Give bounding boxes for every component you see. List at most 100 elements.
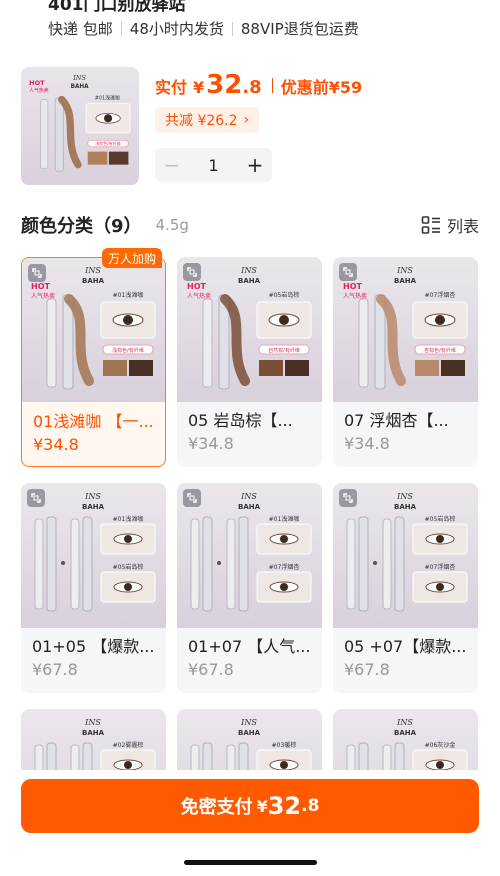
product-thumbnail[interactable]: HOT 人气热卖 INS BAHA #01浅滩咖 浅棕色/有纤维 bbox=[21, 67, 139, 185]
pay-price-decimal: .8 bbox=[301, 796, 320, 816]
svg-text:#01浅滩咖: #01浅滩咖 bbox=[95, 95, 120, 102]
service-tag-dispatch: 48小时内发货 bbox=[129, 20, 224, 38]
service-tag-shipping: 快递 包邮 bbox=[48, 20, 113, 38]
actual-price-integer: 32 bbox=[206, 70, 243, 100]
option-price: ¥34.8 bbox=[344, 434, 390, 453]
svg-text:INS: INS bbox=[396, 492, 413, 501]
expand-icon[interactable] bbox=[183, 263, 201, 281]
svg-text:#07浮烟杏: #07浮烟杏 bbox=[425, 291, 456, 299]
expand-icon[interactable] bbox=[27, 489, 45, 507]
pay-button[interactable]: 免密支付 ¥ 32 .8 bbox=[21, 779, 479, 833]
svg-text:INS: INS bbox=[396, 718, 413, 727]
svg-text:INS: INS bbox=[72, 74, 86, 82]
svg-text:#07浮烟杏: #07浮烟杏 bbox=[425, 563, 456, 571]
list-view-label: 列表 bbox=[446, 217, 479, 236]
svg-text:BAHA: BAHA bbox=[238, 503, 261, 511]
quantity-stepper: − 1 + bbox=[155, 148, 272, 182]
svg-text:#05岩岛棕: #05岩岛棕 bbox=[113, 563, 144, 571]
svg-text:HOT: HOT bbox=[343, 282, 362, 291]
color-option-card[interactable]: INS BAHA #01浅滩咖 #07浮烟杏 01+07 【人气... ¥67.8 bbox=[177, 483, 322, 693]
svg-text:#05岩岛棕: #05岩岛棕 bbox=[269, 291, 300, 299]
svg-text:HOT: HOT bbox=[29, 79, 45, 87]
original-price: ¥59 bbox=[328, 78, 363, 97]
divider bbox=[120, 21, 122, 36]
chevron-right-icon: › bbox=[243, 112, 250, 128]
home-indicator bbox=[184, 860, 317, 865]
svg-text:HOT: HOT bbox=[187, 282, 206, 291]
svg-text:浅棕色/有纤维: 浅棕色/有纤维 bbox=[112, 347, 144, 354]
svg-text:#03暖棕: #03暖棕 bbox=[272, 741, 297, 749]
expand-icon[interactable] bbox=[339, 489, 357, 507]
product-weight: 4.5g bbox=[155, 216, 189, 234]
divider bbox=[271, 77, 273, 93]
option-name: 01+07 【人气... bbox=[188, 637, 311, 656]
svg-text:INS: INS bbox=[396, 266, 413, 275]
divider bbox=[231, 21, 233, 36]
option-name: 01+05 【爆款... bbox=[32, 637, 155, 656]
svg-text:INS: INS bbox=[240, 266, 257, 275]
svg-text:#02雾霾棕: #02雾霾棕 bbox=[113, 741, 144, 749]
discount-chip[interactable]: 共减 ¥26.2 › bbox=[155, 107, 260, 133]
color-option-card[interactable]: INS BAHA HOT 人气热卖 #01浅滩咖 浅棕色/有纤维 01浅滩咖 【一... ¥3… bbox=[21, 257, 166, 467]
svg-text:BAHA: BAHA bbox=[394, 729, 417, 737]
order-sheet: 401门口别放驿站 快递 包邮 48小时内发货 88VIP退货包运费 HOT 人… bbox=[0, 0, 500, 876]
color-option-card[interactable]: INS BAHA #01浅滩咖 #05岩岛棕 01+05 【爆款... ¥67.8 bbox=[21, 483, 166, 693]
price-summary: 实付 ¥ 32 .8 优惠前 ¥59 bbox=[155, 70, 362, 100]
service-tags: 快递 包邮 48小时内发货 88VIP退货包运费 bbox=[48, 18, 359, 39]
svg-text:#01浅滩咖: #01浅滩咖 bbox=[112, 291, 143, 299]
pay-currency: ¥ bbox=[256, 796, 268, 816]
svg-text:INS: INS bbox=[84, 492, 101, 501]
expand-icon[interactable] bbox=[28, 264, 46, 282]
color-option-card[interactable]: INS BAHA #05岩岛棕 #07浮烟杏 05 +07【爆款... ¥67.8 bbox=[333, 483, 478, 693]
svg-text:INS: INS bbox=[84, 266, 101, 275]
svg-text:HOT: HOT bbox=[31, 282, 50, 291]
increase-button[interactable]: + bbox=[238, 148, 272, 182]
option-name: 01浅滩咖 【一... bbox=[33, 412, 154, 431]
svg-text:人气热卖: 人气热卖 bbox=[29, 87, 49, 94]
svg-text:BAHA: BAHA bbox=[394, 277, 417, 285]
list-view-icon bbox=[421, 216, 440, 234]
quantity-value[interactable]: 1 bbox=[189, 156, 238, 175]
svg-text:BAHA: BAHA bbox=[238, 277, 261, 285]
svg-text:#01浅滩咖: #01浅滩咖 bbox=[113, 515, 144, 523]
actual-price-decimal: .8 bbox=[242, 77, 262, 98]
product-image: HOT 人气热卖 INS BAHA #01浅滩咖 浅棕色/有纤维 bbox=[21, 67, 139, 185]
pay-price-integer: 32 bbox=[267, 792, 302, 820]
svg-text:#07浮烟杏: #07浮烟杏 bbox=[269, 563, 300, 571]
option-price: ¥67.8 bbox=[32, 660, 78, 679]
color-section-header: 颜色分类（9） 4.5g 列表 bbox=[21, 212, 479, 238]
color-option-card[interactable]: INS BAHA HOT 人气热卖 #05岩岛棕 自然棕/有纤维 05 岩岛棕【... ¥34… bbox=[177, 257, 322, 467]
svg-text:#06灰沙金: #06灰沙金 bbox=[425, 741, 456, 749]
svg-text:BAHA: BAHA bbox=[238, 729, 261, 737]
svg-text:INS: INS bbox=[84, 718, 101, 727]
original-price-label: 优惠前 bbox=[280, 78, 329, 97]
expand-icon[interactable] bbox=[183, 489, 201, 507]
svg-text:#01浅滩咖: #01浅滩咖 bbox=[269, 515, 300, 523]
svg-text:BAHA: BAHA bbox=[82, 729, 105, 737]
option-price: ¥67.8 bbox=[188, 660, 234, 679]
svg-text:浅棕色/有纤维: 浅棕色/有纤维 bbox=[95, 140, 121, 146]
option-price: ¥34.8 bbox=[188, 434, 234, 453]
svg-text:INS: INS bbox=[240, 718, 257, 727]
svg-text:BAHA: BAHA bbox=[82, 503, 105, 511]
svg-text:杏棕色/有纤维: 杏棕色/有纤维 bbox=[424, 347, 456, 354]
svg-text:BAHA: BAHA bbox=[394, 503, 417, 511]
discount-text: 共减 ¥26.2 bbox=[165, 113, 238, 129]
decrease-button[interactable]: − bbox=[155, 148, 189, 182]
service-tag-return: 88VIP退货包运费 bbox=[240, 20, 359, 38]
currency-symbol: ¥ bbox=[193, 78, 205, 97]
option-price: ¥34.8 bbox=[33, 435, 79, 454]
svg-text:INS: INS bbox=[240, 492, 257, 501]
svg-text:自然棕/有纤维: 自然棕/有纤维 bbox=[268, 347, 300, 354]
color-option-card[interactable]: INS BAHA HOT 人气热卖 #07浮烟杏 杏棕色/有纤维 07 浮烟杏【... ¥34… bbox=[333, 257, 478, 467]
popular-badge: 万人加购 bbox=[102, 248, 163, 268]
expand-icon[interactable] bbox=[339, 263, 357, 281]
option-name: 05 岩岛棕【... bbox=[188, 411, 293, 430]
list-view-toggle[interactable]: 列表 bbox=[421, 213, 479, 237]
svg-text:BAHA: BAHA bbox=[81, 277, 104, 285]
store-title: 401门口别放驿站 bbox=[48, 0, 186, 15]
section-title: 颜色分类（9） bbox=[21, 216, 142, 237]
option-name: 05 +07【爆款... bbox=[344, 637, 467, 656]
option-name: 07 浮烟杏【... bbox=[344, 411, 449, 430]
svg-text:BAHA: BAHA bbox=[71, 84, 89, 90]
